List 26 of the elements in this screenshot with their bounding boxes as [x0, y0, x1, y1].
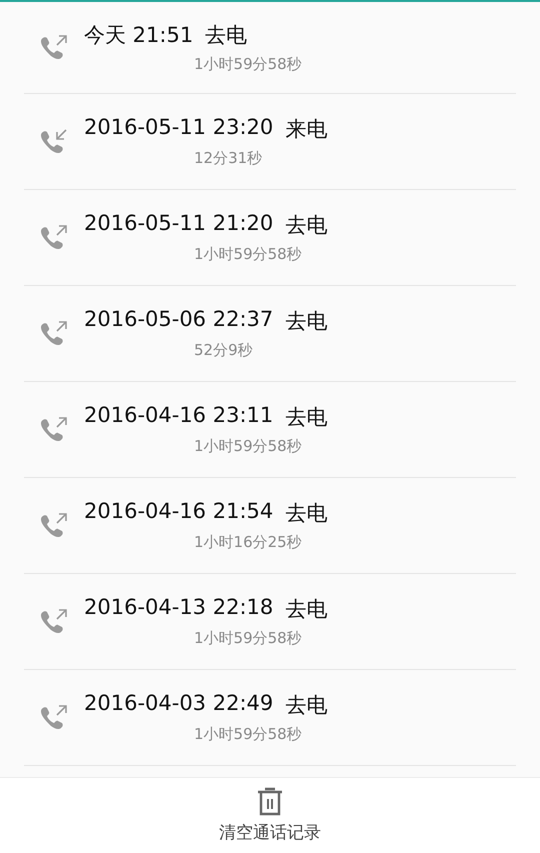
call-type: 去电	[285, 404, 328, 431]
call-type: 去电	[285, 596, 328, 623]
call-time: 2016-04-03 22:49	[84, 691, 274, 717]
call-type: 来电	[285, 116, 328, 143]
call-detail: 1小时59分58秒	[193, 437, 303, 456]
clear-call-log-button[interactable]: 清空通话记录	[215, 783, 325, 848]
call-time: 2016-05-11 21:20	[84, 211, 274, 237]
call-time: 2016-04-16 21:54	[84, 499, 274, 525]
call-type: 去电	[285, 500, 328, 527]
call-time: 2016-05-11 23:20	[84, 115, 274, 141]
call-detail: 12分31秒	[193, 149, 264, 168]
call-detail: 1小时16分25秒	[193, 533, 303, 552]
call-time: 2016-04-16 23:11	[84, 403, 274, 429]
call-time: 2016-05-06 22:37	[84, 307, 274, 333]
call-time: 今天 21:51	[84, 22, 194, 49]
call-type: 去电	[285, 692, 328, 719]
call-time: 2016-04-13 22:18	[84, 595, 274, 621]
call-type: 去电	[205, 22, 248, 49]
call-detail: 1小时59分58秒	[193, 245, 303, 264]
call-detail: 1小时59分58秒	[193, 725, 303, 744]
call-type: 去电	[285, 308, 328, 335]
call-detail: 1小时59分58秒	[193, 629, 303, 648]
call-type: 去电	[285, 212, 328, 239]
trash-icon	[257, 787, 283, 817]
call-detail: 52分9秒	[193, 341, 254, 360]
call-detail: 1小时59分58秒	[193, 55, 302, 74]
